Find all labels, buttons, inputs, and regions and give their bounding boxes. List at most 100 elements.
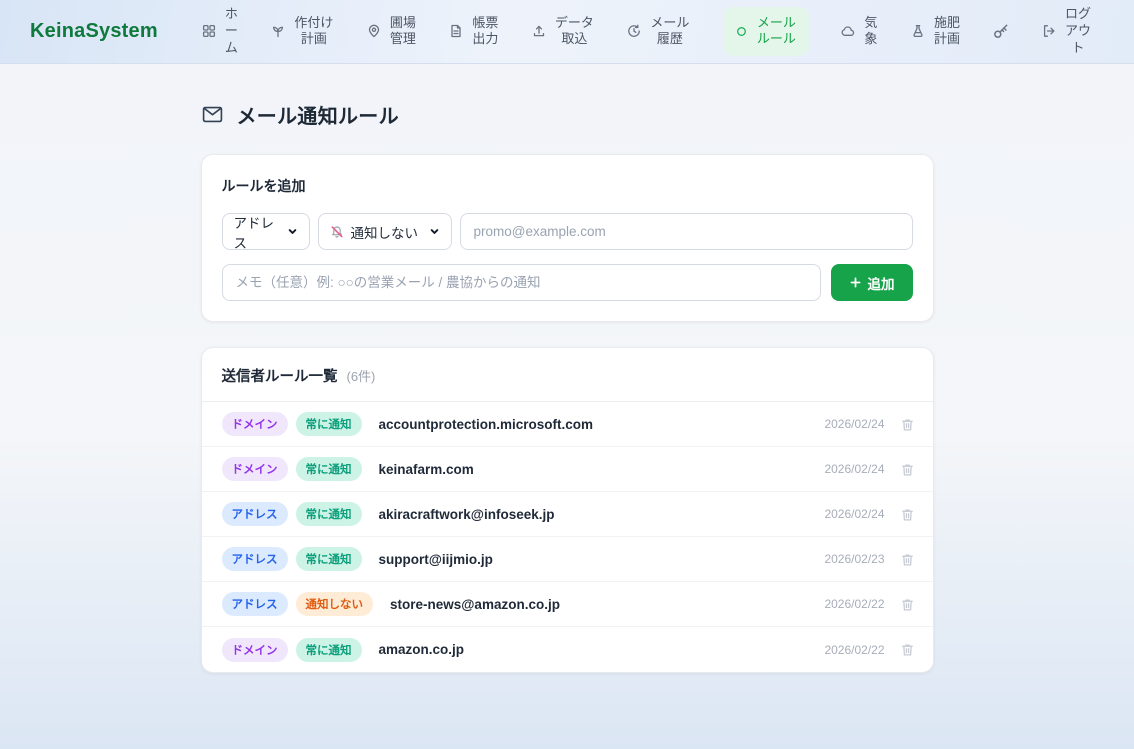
nav-label: 施肥計画: [933, 15, 961, 49]
map-pin-icon: [367, 24, 381, 38]
rule-type-badge: ドメイン: [222, 638, 288, 662]
trash-icon: [900, 642, 915, 657]
rule-date: 2026/02/24: [824, 507, 884, 521]
add-rule-row-2: 追加: [222, 264, 913, 301]
rule-action-badge: 常に通知: [296, 457, 362, 481]
sender-rules-heading: 送信者ルール一覧: [222, 365, 338, 386]
nav-label: 帳票出力: [471, 15, 499, 49]
rule-row: アドレス 通知しない store-news@amazon.co.jp 2026/…: [202, 582, 933, 627]
rule-address: keinafarm.com: [379, 462, 474, 477]
rule-action-badge: 常に通知: [296, 547, 362, 571]
rule-row: アドレス 常に通知 support@iijmio.jp 2026/02/23: [202, 537, 933, 582]
key-button[interactable]: [993, 23, 1009, 39]
rule-type-badge: アドレス: [222, 502, 288, 526]
nav-item-home[interactable]: ホーム: [202, 6, 239, 57]
add-rule-heading: ルールを追加: [222, 176, 913, 196]
page-title: メール通知ルール: [201, 100, 934, 129]
chevron-down-icon: [429, 226, 440, 237]
add-rule-row-1: アドレス 通知しない: [222, 213, 913, 250]
nav-label: ホーム: [224, 6, 239, 57]
trash-icon: [900, 507, 915, 522]
nav-item-report-output[interactable]: 帳票出力: [449, 15, 499, 49]
key-icon: [993, 23, 1009, 39]
nav-label: 気象: [863, 15, 878, 49]
rule-action-badge: 通知しない: [296, 592, 374, 616]
add-rule-button-label: 追加: [868, 273, 895, 293]
rule-action-badge: 常に通知: [296, 638, 362, 662]
bell-slash-icon: [330, 225, 344, 239]
delete-rule-button[interactable]: [898, 640, 917, 659]
delete-rule-button[interactable]: [898, 505, 917, 524]
nav-item-field-management[interactable]: 圃場管理: [367, 15, 417, 49]
delete-rule-button[interactable]: [898, 595, 917, 614]
history-icon: [627, 24, 641, 38]
grid-icon: [202, 24, 216, 38]
rule-action-badge: 常に通知: [296, 502, 362, 526]
nav-item-fertilizer-plan[interactable]: 施肥計画: [911, 15, 961, 49]
nav-item-logout[interactable]: ログアウト: [1042, 6, 1092, 57]
rule-type-select[interactable]: アドレス: [222, 213, 310, 250]
rule-date: 2026/02/22: [824, 597, 884, 611]
envelope-icon: [201, 103, 224, 126]
nav-label: 作付け計画: [293, 15, 334, 49]
address-input[interactable]: [460, 213, 913, 250]
delete-rule-button[interactable]: [898, 550, 917, 569]
nav-label: メールルール: [756, 15, 797, 49]
nav-label: データ取込: [554, 15, 595, 49]
rule-address: accountprotection.microsoft.com: [379, 417, 594, 432]
document-icon: [449, 24, 463, 38]
nav-label: 圃場管理: [389, 15, 417, 49]
fertilizer-icon: [911, 24, 925, 38]
rule-row: アドレス 常に通知 akiracraftwork@infoseek.jp 202…: [202, 492, 933, 537]
rule-action-badge: 常に通知: [296, 412, 362, 436]
page-title-text: メール通知ルール: [237, 100, 399, 129]
plus-icon: [849, 276, 862, 289]
nav-item-mail-rules[interactable]: メールルール: [723, 7, 809, 57]
delete-rule-button[interactable]: [898, 415, 917, 434]
add-rule-button[interactable]: 追加: [831, 264, 913, 301]
rule-row: ドメイン 常に通知 amazon.co.jp 2026/02/22: [202, 627, 933, 672]
trash-icon: [900, 417, 915, 432]
chevron-down-icon: [287, 226, 298, 237]
rules-count: (6件): [347, 366, 376, 385]
rule-type-badge: ドメイン: [222, 412, 288, 436]
rule-address: support@iijmio.jp: [379, 552, 493, 567]
nav-item-planting-plan[interactable]: 作付け計画: [271, 15, 334, 49]
top-navbar: KeinaSystem ホーム 作付け計画 圃場管理 帳票出力: [0, 0, 1134, 64]
rule-date: 2026/02/22: [824, 643, 884, 657]
upload-icon: [532, 24, 546, 38]
seedling-icon: [271, 24, 285, 38]
rule-type-badge: ドメイン: [222, 457, 288, 481]
trash-icon: [900, 462, 915, 477]
logout-icon: [1042, 24, 1056, 38]
rule-row: ドメイン 常に通知 accountprotection.microsoft.co…: [202, 402, 933, 447]
nav-label: ログアウト: [1064, 6, 1092, 57]
rule-address: amazon.co.jp: [379, 642, 465, 657]
trash-icon: [900, 552, 915, 567]
main-content: メール通知ルール ルールを追加 アドレス 通知しない: [201, 64, 934, 673]
delete-rule-button[interactable]: [898, 460, 917, 479]
nav-item-data-import[interactable]: データ取込: [532, 15, 595, 49]
mail-rules-icon: [735, 25, 748, 38]
nav-label: メール履歴: [649, 15, 690, 49]
rule-row: ドメイン 常に通知 keinafarm.com 2026/02/24: [202, 447, 933, 492]
cloud-icon: [841, 24, 855, 38]
rule-action-selected-value: 通知しない: [351, 222, 419, 242]
nav-item-mail-history[interactable]: メール履歴: [627, 15, 690, 49]
rule-date: 2026/02/24: [824, 462, 884, 476]
sender-rules-header: 送信者ルール一覧 (6件): [202, 348, 933, 402]
main-nav: ホーム 作付け計画 圃場管理 帳票出力 データ取込: [202, 6, 1092, 57]
rule-type-badge: アドレス: [222, 592, 288, 616]
rule-type-badge: アドレス: [222, 547, 288, 571]
trash-icon: [900, 597, 915, 612]
nav-item-weather[interactable]: 気象: [841, 15, 878, 49]
rule-action-select[interactable]: 通知しない: [318, 213, 452, 250]
rule-type-selected-value: アドレス: [234, 212, 279, 252]
memo-input[interactable]: [222, 264, 821, 301]
add-rule-card: ルールを追加 アドレス 通知しない: [201, 154, 934, 322]
brand-logo[interactable]: KeinaSystem: [30, 20, 158, 43]
rule-date: 2026/02/24: [824, 417, 884, 431]
sender-rules-card: 送信者ルール一覧 (6件) ドメイン 常に通知 accountprotectio…: [201, 347, 934, 673]
rule-address: akiracraftwork@infoseek.jp: [379, 507, 555, 522]
rule-address: store-news@amazon.co.jp: [390, 597, 560, 612]
